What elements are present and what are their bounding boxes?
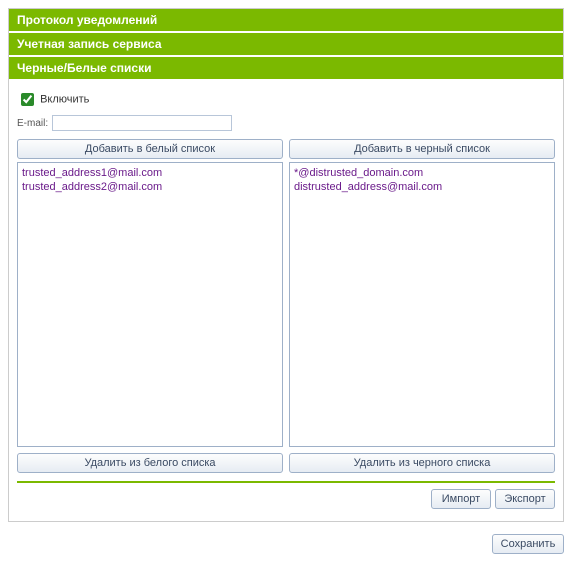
enable-label: Включить bbox=[40, 94, 89, 106]
remove-whitelist-button[interactable]: Удалить из белого списка bbox=[17, 453, 283, 473]
whitelist-listbox[interactable]: trusted_address1@mail.comtrusted_address… bbox=[17, 162, 283, 447]
list-item[interactable]: trusted_address2@mail.com bbox=[22, 180, 278, 194]
import-button[interactable]: Импорт bbox=[431, 489, 491, 509]
section-protocol[interactable]: Протокол уведомлений bbox=[9, 9, 563, 32]
enable-row: Включить bbox=[17, 90, 555, 109]
import-export-row: Импорт Экспорт bbox=[17, 481, 555, 513]
settings-panel: Протокол уведомлений Учетная запись серв… bbox=[8, 8, 564, 522]
list-item[interactable]: *@distrusted_domain.com bbox=[294, 166, 550, 180]
lists-wrap: Добавить в белый список trusted_address1… bbox=[17, 139, 555, 473]
section-lists[interactable]: Черные/Белые списки bbox=[9, 56, 563, 80]
section-account[interactable]: Учетная запись сервиса bbox=[9, 32, 563, 56]
email-input[interactable] bbox=[52, 115, 232, 131]
blacklist-listbox[interactable]: *@distrusted_domain.comdistrusted_addres… bbox=[289, 162, 555, 447]
enable-checkbox[interactable] bbox=[21, 93, 34, 106]
save-row: Сохранить bbox=[8, 530, 564, 554]
email-row: E-mail: bbox=[17, 115, 555, 131]
remove-blacklist-button[interactable]: Удалить из черного списка bbox=[289, 453, 555, 473]
whitelist-column: Добавить в белый список trusted_address1… bbox=[17, 139, 283, 473]
list-item[interactable]: trusted_address1@mail.com bbox=[22, 166, 278, 180]
add-whitelist-button[interactable]: Добавить в белый список bbox=[17, 139, 283, 159]
list-item[interactable]: distrusted_address@mail.com bbox=[294, 180, 550, 194]
save-button[interactable]: Сохранить bbox=[492, 534, 564, 554]
add-blacklist-button[interactable]: Добавить в черный список bbox=[289, 139, 555, 159]
export-button[interactable]: Экспорт bbox=[495, 489, 555, 509]
lists-content: Включить E-mail: Добавить в белый список… bbox=[9, 80, 563, 521]
blacklist-column: Добавить в черный список *@distrusted_do… bbox=[289, 139, 555, 473]
email-label: E-mail: bbox=[17, 118, 48, 129]
